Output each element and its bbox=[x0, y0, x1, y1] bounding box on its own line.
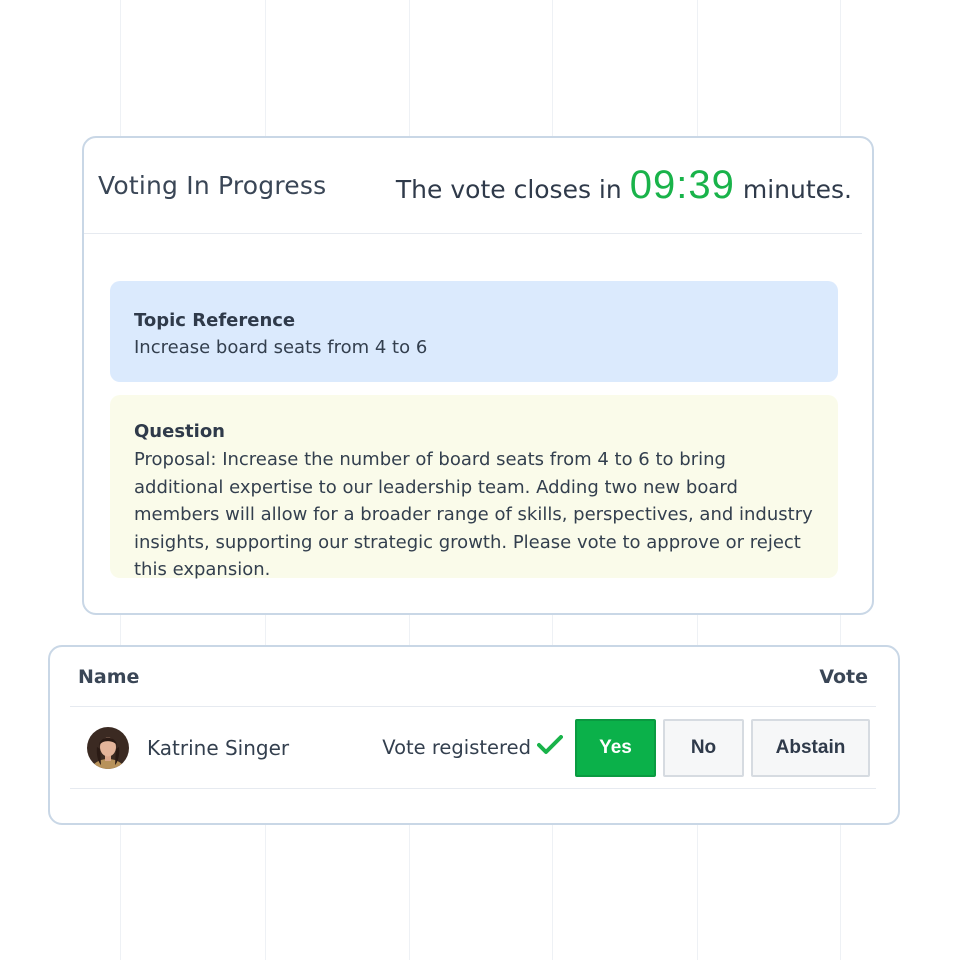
yes-button[interactable]: Yes bbox=[575, 718, 656, 777]
voting-title: Voting In Progress bbox=[98, 171, 327, 200]
question-box: Question Proposal: Increase the number o… bbox=[110, 395, 838, 580]
abstain-button[interactable]: Abstain bbox=[751, 718, 870, 777]
countdown-time: 09:39 bbox=[629, 163, 735, 207]
topic-reference-box: Topic Reference Increase board seats fro… bbox=[110, 281, 838, 382]
countdown-suffix: minutes. bbox=[742, 175, 852, 204]
vote-status-text: Vote registered bbox=[382, 736, 531, 759]
countdown: The vote closes in 09:39 minutes. bbox=[396, 163, 852, 208]
topic-reference-text: Increase board seats from 4 to 6 bbox=[134, 337, 428, 358]
voting-card: Voting In Progress The vote closes in 09… bbox=[82, 136, 874, 615]
votes-card: Name Vote Katrine Singer Vote registered bbox=[48, 645, 900, 825]
voter-name: Katrine Singer bbox=[147, 735, 290, 760]
column-header-name: Name bbox=[78, 665, 140, 688]
table-row: Katrine Singer Vote registered Yes No Ab… bbox=[70, 707, 876, 789]
no-button[interactable]: No bbox=[663, 718, 744, 777]
votes-table-header: Name Vote bbox=[70, 647, 876, 707]
avatar bbox=[87, 726, 129, 769]
voting-card-header: Voting In Progress The vote closes in 09… bbox=[84, 138, 862, 234]
countdown-prefix: The vote closes in bbox=[395, 175, 622, 204]
topic-reference-label: Topic Reference bbox=[134, 310, 296, 331]
checkmark-icon bbox=[537, 735, 563, 760]
vote-status: Vote registered bbox=[382, 735, 575, 760]
column-header-vote: Vote bbox=[819, 665, 868, 688]
question-label: Question bbox=[134, 421, 225, 442]
question-text: Proposal: Increase the number of board s… bbox=[134, 449, 813, 580]
